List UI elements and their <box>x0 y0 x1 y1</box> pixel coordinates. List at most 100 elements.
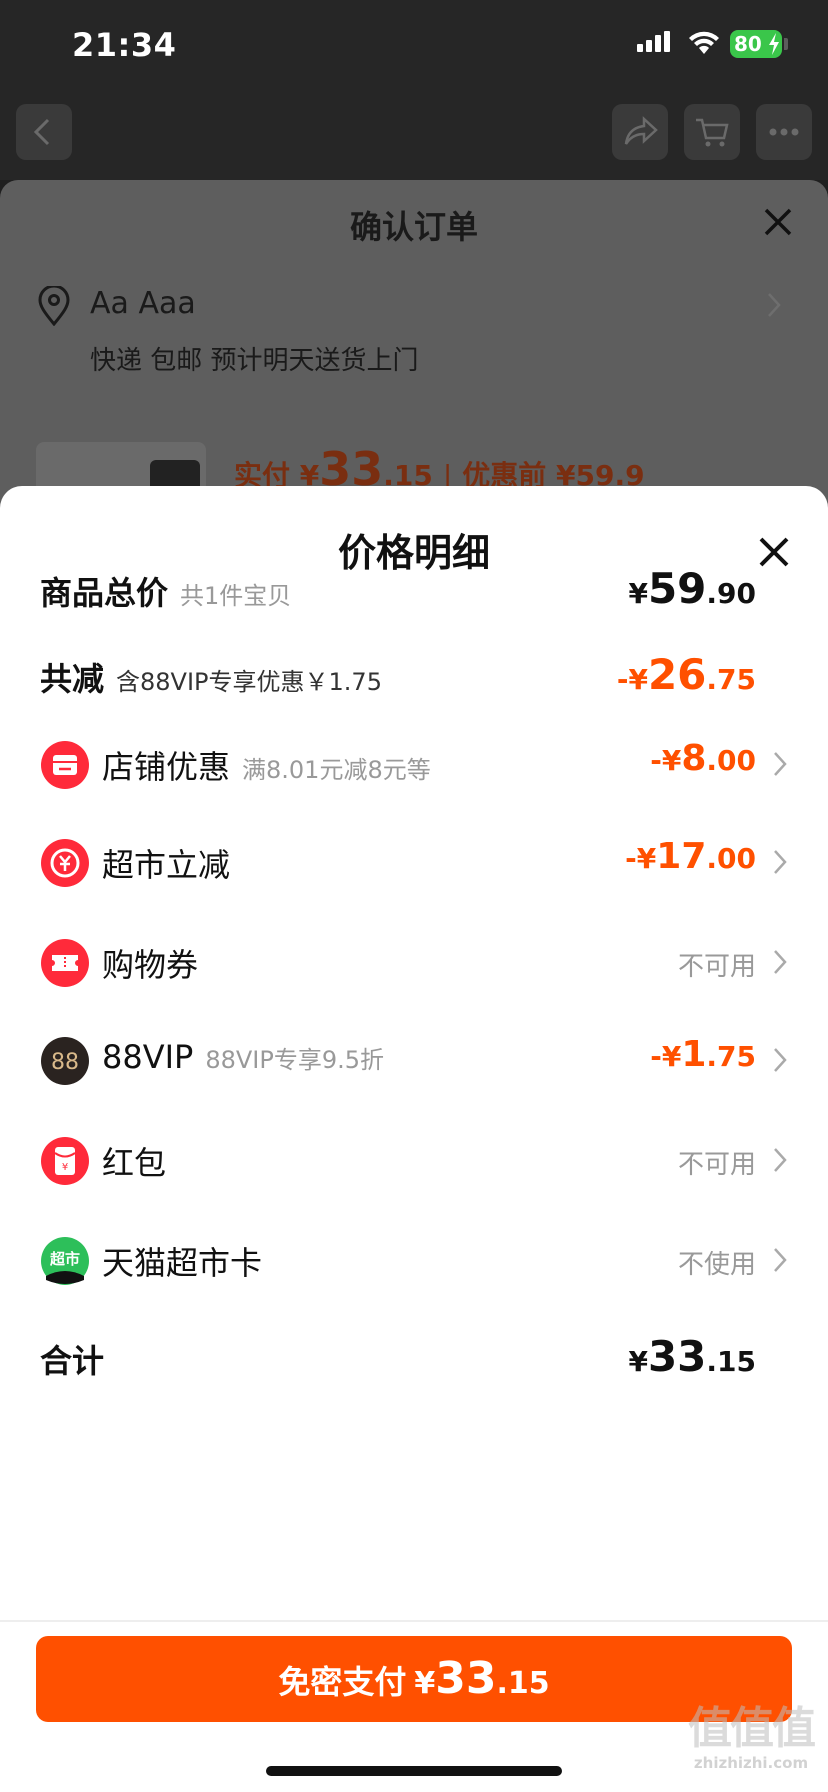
shopping-voucher-icon <box>41 939 89 987</box>
vip88-amount: -¥1.75 <box>650 1034 756 1075</box>
tmall-card-row[interactable]: 超市 天猫超市卡 不使用 <box>0 1230 828 1290</box>
pay-button-label: 免密支付 <box>278 1663 407 1701</box>
battery-nub <box>784 38 788 50</box>
chevron-right-icon <box>774 1148 787 1172</box>
shop-coupon-icon <box>41 741 89 789</box>
pay-amount-dec: .15 <box>496 1666 550 1701</box>
watermark-url: zhizhizhi.com <box>693 1754 809 1772</box>
grand-total-row: 合计 ¥33.15 <box>0 1328 828 1388</box>
total-discount-text: 共减 <box>40 660 105 698</box>
amount-dec: .15 <box>706 1345 756 1378</box>
red-packet-row[interactable]: ¥ 红包 不可用 <box>0 1130 828 1190</box>
amount-int: 8 <box>681 738 707 779</box>
tmall-supermarket-card-icon: 超市 <box>41 1237 89 1285</box>
goods-total-label: 商品总价 共1件宝贝 <box>40 568 291 614</box>
goods-total-text: 商品总价 <box>40 574 169 612</box>
shop-discount-amount: -¥8.00 <box>650 738 756 779</box>
wifi-icon <box>689 31 719 54</box>
currency: -¥ <box>625 842 657 875</box>
currency: ¥ <box>628 577 648 610</box>
order-close-icon[interactable] <box>760 204 796 240</box>
vip88-row[interactable]: 88 88VIP 88VIP专享9.5折 -¥1.75 <box>0 1030 828 1090</box>
amount-int: 26 <box>647 650 707 699</box>
shopping-voucher-row[interactable]: 购物券 不可用 <box>0 932 828 992</box>
supermarket-discount-icon <box>41 839 89 887</box>
cart-icon <box>696 118 729 147</box>
battery-level: 80 <box>734 32 762 56</box>
grand-total-amount: ¥33.15 <box>628 1332 756 1381</box>
svg-text:¥: ¥ <box>62 1162 68 1173</box>
footer-divider <box>0 1620 828 1622</box>
amount-dec: .90 <box>706 577 756 610</box>
amount-dec: .75 <box>706 1040 756 1073</box>
amount-dec: .00 <box>706 842 756 875</box>
product-nav-bar <box>0 92 828 180</box>
share-button[interactable] <box>612 104 668 160</box>
supermarket-discount-amount: -¥17.00 <box>625 836 756 877</box>
back-button[interactable] <box>16 104 72 160</box>
address-name[interactable]: Aa Aaa <box>90 286 196 321</box>
amount-int: 17 <box>656 836 707 877</box>
order-sheet-title: 确认订单 <box>349 208 478 246</box>
pay-amount-int: 33 <box>435 1653 497 1704</box>
shop-discount-text: 店铺优惠 <box>102 748 231 786</box>
status-bar: 21:34 80 <box>0 0 828 92</box>
vip88-label: 88VIP 88VIP专享9.5折 <box>102 1038 384 1076</box>
vip-discount-note: 含88VIP专享优惠￥1.75 <box>116 668 382 696</box>
currency: ¥ <box>628 1345 648 1378</box>
vip-icon-text: 88 <box>51 1050 79 1075</box>
vip88-note: 88VIP专享9.5折 <box>205 1046 385 1074</box>
red-packet-status: 不可用 <box>677 1150 756 1180</box>
chevron-right-icon <box>774 850 787 874</box>
goods-total-amount: ¥59.90 <box>628 564 756 613</box>
total-discount-amount: -¥26.75 <box>617 650 756 699</box>
more-button[interactable] <box>756 104 812 160</box>
charging-bolt-icon <box>769 33 779 55</box>
red-packet-icon: ¥ <box>41 1137 89 1185</box>
tmall-card-status: 不使用 <box>677 1250 756 1280</box>
currency: -¥ <box>616 663 648 696</box>
chevron-right-icon <box>774 1248 787 1272</box>
more-dots-icon <box>769 128 799 136</box>
currency: -¥ <box>650 1040 682 1073</box>
watermark-logo: 值值值 zhizhizhi.com <box>676 1703 826 1773</box>
pay-currency: ¥ <box>414 1666 436 1701</box>
price-detail-sheet: 价格明细 商品总价 共1件宝贝 ¥59.90 共减 含88VIP专享优惠￥1.75 … <box>0 486 828 1792</box>
shop-discount-label: 店铺优惠 满8.01元减8元等 <box>102 742 431 788</box>
red-packet-label: 红包 <box>102 1144 167 1182</box>
supermarket-discount-row[interactable]: 超市立减 -¥17.00 <box>0 832 828 892</box>
tmall-card-label: 天猫超市卡 <box>102 1244 263 1282</box>
currency: -¥ <box>650 744 682 777</box>
battery-indicator: 80 <box>730 30 782 58</box>
share-icon <box>624 116 658 145</box>
tmall-icon-text: 超市 <box>49 1250 80 1268</box>
goods-total-row: 商品总价 共1件宝贝 ¥59.90 <box>0 560 828 620</box>
shopping-voucher-label: 购物券 <box>102 946 199 984</box>
goods-count-note: 共1件宝贝 <box>180 582 292 610</box>
status-time: 21:34 <box>72 26 177 64</box>
confirm-order-sheet: 确认订单 Aa Aaa 快递 包邮 预计明天送货上门 实付 ¥33.15 | 优惠前… <box>0 180 828 520</box>
shopping-voucher-status: 不可用 <box>677 952 756 982</box>
total-discount-row: 共减 含88VIP专享优惠￥1.75 -¥26.75 <box>0 646 828 706</box>
chevron-right-icon <box>774 950 787 974</box>
watermark-mark: 值值值 <box>688 1703 816 1754</box>
total-discount-label: 共减 含88VIP专享优惠￥1.75 <box>40 654 382 700</box>
home-indicator <box>266 1766 562 1776</box>
amount-dec: .75 <box>706 663 756 696</box>
grand-total-label: 合计 <box>40 1342 105 1380</box>
chevron-right-icon <box>774 1048 787 1072</box>
88vip-icon: 88 <box>41 1037 89 1085</box>
location-pin-icon <box>38 286 70 326</box>
amount-dec: .00 <box>706 744 756 777</box>
amount-int: 59 <box>647 564 707 613</box>
supermarket-discount-label: 超市立减 <box>102 846 231 884</box>
cellular-signal-icon <box>637 31 670 52</box>
address-chevron-icon[interactable] <box>764 290 784 320</box>
delivery-info: 快递 包邮 预计明天送货上门 <box>90 346 419 376</box>
shop-discount-note: 满8.01元减8元等 <box>242 756 431 784</box>
back-arrow-icon <box>33 118 50 146</box>
shop-discount-row[interactable]: 店铺优惠 满8.01元减8元等 -¥8.00 <box>0 734 828 794</box>
vip88-text: 88VIP <box>102 1038 194 1076</box>
chevron-right-icon <box>774 752 787 776</box>
cart-button[interactable] <box>684 104 740 160</box>
